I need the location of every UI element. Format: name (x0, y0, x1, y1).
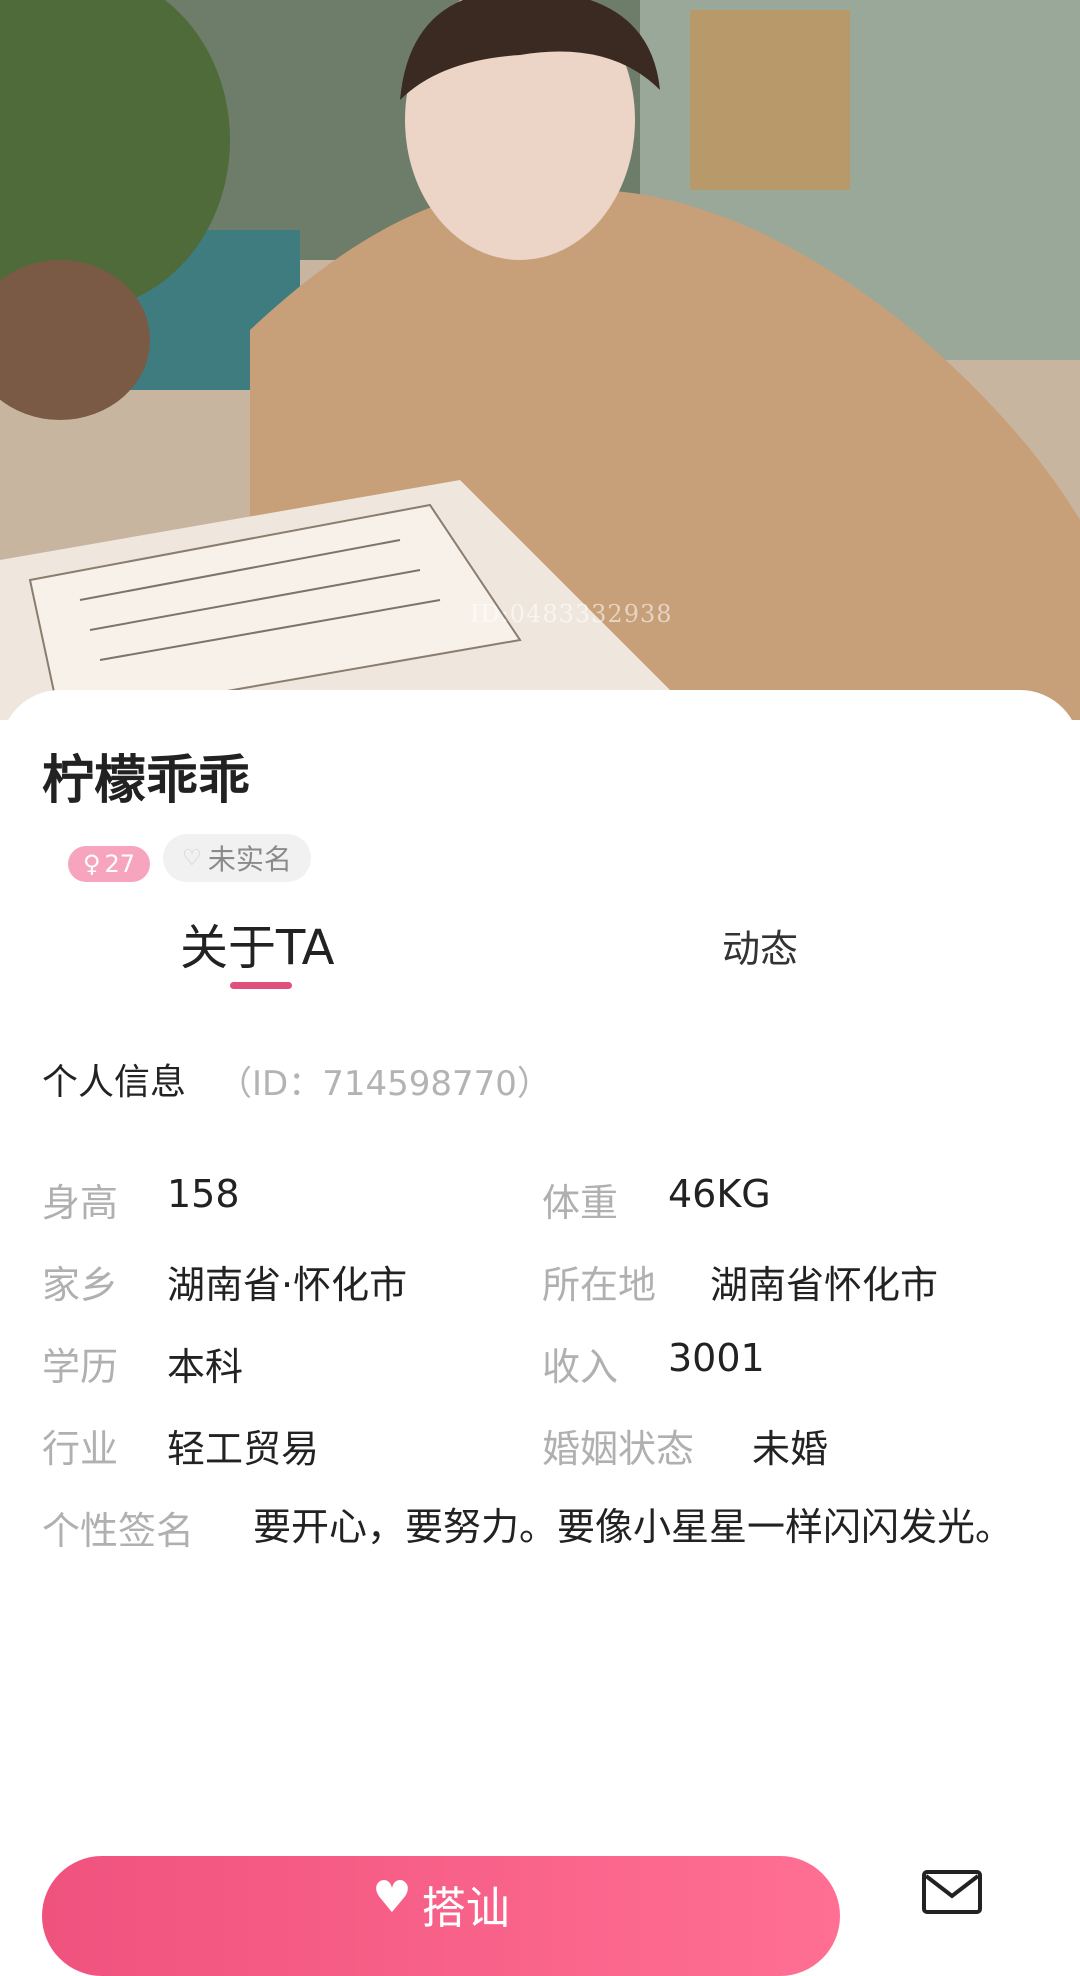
hometown-label: 家乡 (42, 1263, 119, 1307)
user-id: （ID：714598770） (218, 1064, 551, 1104)
chat-up-button[interactable]: ♥ 搭讪 (42, 1856, 840, 1976)
hometown-value: 湖南省·怀化市 (167, 1263, 408, 1307)
age-value: 27 (104, 850, 136, 878)
height-value: 158 (167, 1172, 240, 1216)
mail-icon[interactable] (922, 1870, 982, 1914)
active-tab-indicator (230, 982, 292, 989)
chat-up-label: 搭讪 (421, 1883, 510, 1934)
signature-label: 个性签名 (42, 1509, 195, 1553)
income-value: 3001 (668, 1336, 765, 1380)
education-label: 学历 (42, 1345, 119, 1389)
weight-value: 46KG (668, 1172, 771, 1216)
verify-badge[interactable]: ♡ 未实名 (163, 834, 311, 882)
income-label: 收入 (542, 1345, 619, 1389)
height-label: 身高 (42, 1181, 119, 1225)
education-value: 本科 (167, 1345, 244, 1389)
location-value: 湖南省怀化市 (710, 1263, 939, 1307)
section-title: 个人信息 (42, 1062, 187, 1103)
age-badge: ♀ 27 (68, 846, 150, 882)
heart-outline-icon: ♡ (182, 845, 202, 871)
tab-moments[interactable]: 动态 (722, 918, 798, 973)
female-icon: ♀ (82, 850, 101, 878)
verify-label: 未实名 (207, 843, 292, 876)
profile-name: 柠檬乖乖 (42, 751, 251, 811)
marital-value: 未婚 (752, 1427, 829, 1471)
industry-label: 行业 (42, 1427, 119, 1471)
signature-text: 要开心，要努力。要像小星星一样闪闪发光。 (253, 1505, 1014, 1549)
location-label: 所在地 (542, 1263, 657, 1307)
weight-label: 体重 (542, 1181, 619, 1225)
tab-about[interactable]: 关于TA (180, 908, 334, 978)
marital-label: 婚姻状态 (542, 1427, 695, 1471)
industry-value: 轻工贸易 (167, 1427, 320, 1471)
photo-watermark: ID:0483332938 (470, 600, 673, 628)
heart-icon: ♥ (372, 1872, 412, 1923)
